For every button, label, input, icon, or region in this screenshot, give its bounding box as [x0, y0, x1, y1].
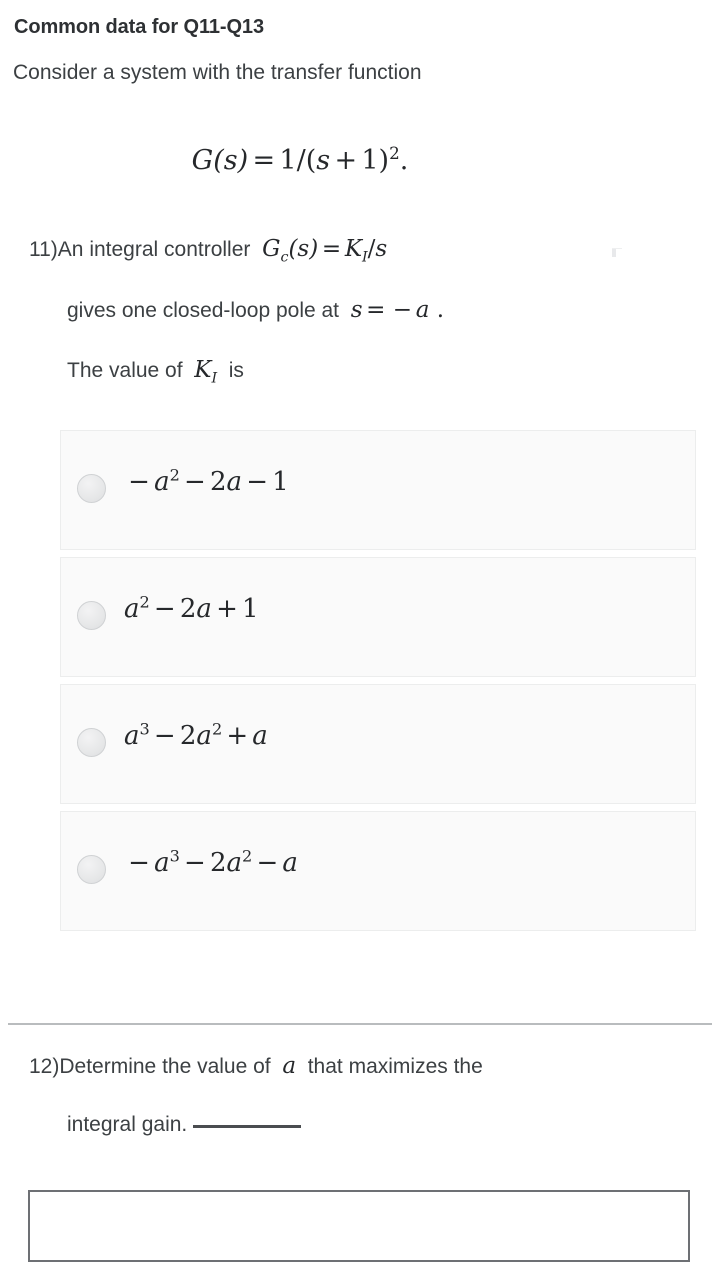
radio-icon-option-d[interactable] [77, 855, 106, 884]
question-12-line-1-prefix: Determine the value of [59, 1055, 271, 1078]
option-b[interactable]: a2−2a +1 [60, 557, 696, 677]
option-c-label: a3−2a2 + a [124, 719, 268, 751]
question-11-line-3-math: KI [194, 357, 218, 387]
answer-blank-rule [193, 1125, 302, 1128]
scan-artifact-mark [612, 248, 622, 257]
transfer-function-formula: G(s) = 1/(s +1)2. [0, 145, 600, 176]
question-12-line-1-math: a [282, 1053, 297, 1079]
question-12-line-1: 12)Determine the value of a that maximiz… [29, 1053, 483, 1079]
option-a[interactable]: − a2−2a −1 [60, 430, 696, 550]
question-12-line-2: integral gain. [67, 1113, 302, 1137]
option-a-label: − a2−2a −1 [128, 465, 289, 497]
option-c[interactable]: a3−2a2 + a [60, 684, 696, 804]
question-11-line-1-text: An integral controller [57, 238, 251, 261]
question-11-line-1: 11)An integral controller Gc(s) = KI/s [29, 236, 388, 266]
radio-icon-option-b[interactable] [77, 601, 106, 630]
question-12-line-1-suffix: that maximizes the [307, 1055, 483, 1078]
formula-latex: G(s) = 1/(s +1)2. [191, 143, 409, 176]
question-11-number: 11) [29, 238, 58, 261]
question-11-line-3-prefix: The value of [67, 359, 183, 382]
question-11-line-2-text: gives one closed-loop pole at [67, 299, 340, 322]
question-11-line-3-suffix: is [228, 359, 244, 382]
radio-icon-option-a[interactable] [77, 474, 106, 503]
question-11-line-2-math: s = − a . [350, 297, 445, 323]
common-data-body: Consider a system with the transfer func… [13, 61, 422, 84]
quiz-page: Common data for Q11-Q13 Consider a syste… [0, 0, 720, 1267]
question-11-line-3: The value of KI is [67, 357, 244, 387]
question-11-line-1-math: Gc(s) = KI/s [262, 236, 388, 266]
section-divider [8, 1023, 712, 1025]
question-11-line-2: gives one closed-loop pole at s = − a . [67, 297, 444, 323]
question-12-number: 12) [29, 1055, 60, 1078]
option-d[interactable]: − a3−2a2− a [60, 811, 696, 931]
radio-icon-option-c[interactable] [77, 728, 106, 757]
common-data-heading: Common data for Q11-Q13 [14, 16, 264, 38]
option-b-label: a2−2a +1 [124, 592, 259, 624]
question-11-options: − a2−2a −1 a2−2a +1 a3−2a2 + a − a3−2a2− a [60, 430, 696, 938]
option-d-label: − a3−2a2− a [128, 846, 298, 878]
question-12-line-2-text: integral gain. [67, 1113, 188, 1136]
question-12-answer-input[interactable] [28, 1190, 690, 1262]
